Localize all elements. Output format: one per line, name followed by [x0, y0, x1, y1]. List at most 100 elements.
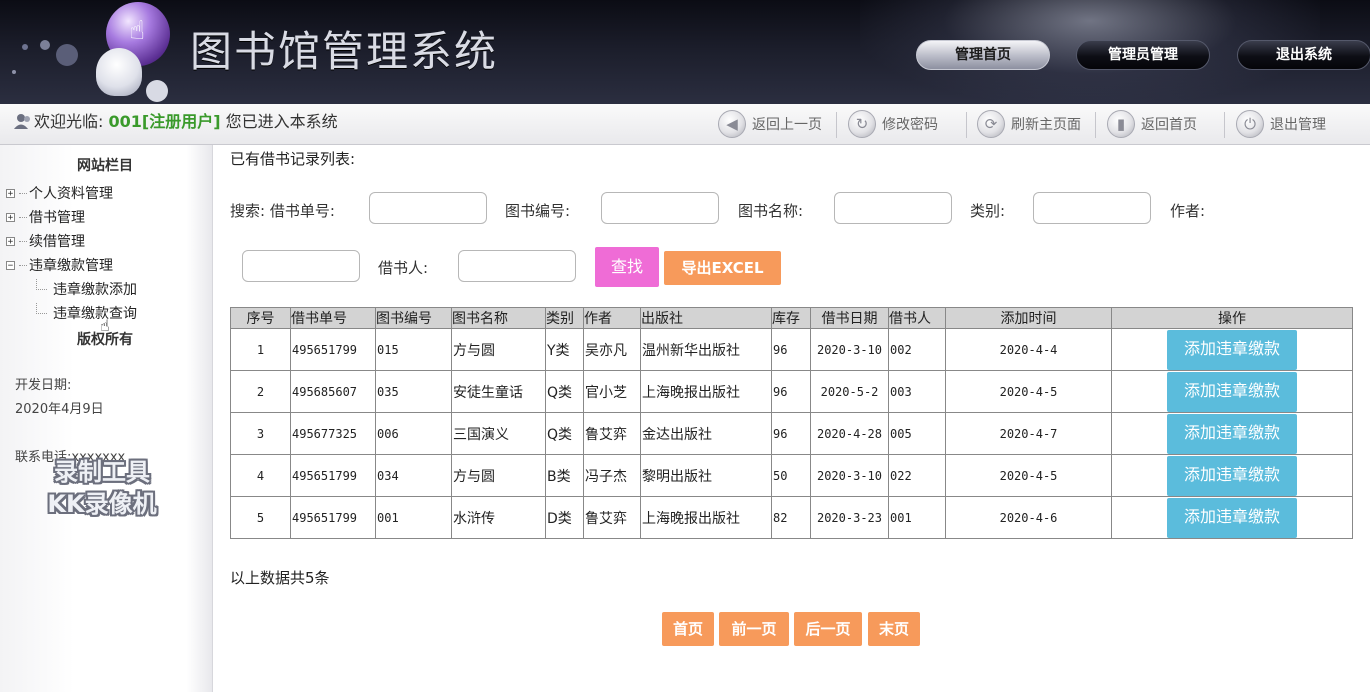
- search-button[interactable]: 查找: [595, 247, 659, 287]
- table-cell: 022: [888, 454, 946, 497]
- sidebar-item-label: 违章缴款管理: [29, 258, 113, 274]
- last-page-button[interactable]: 末页: [868, 612, 920, 646]
- table-cell: 上海晚报出版社: [640, 496, 772, 539]
- sidebar-item-label: 个人资料管理: [29, 186, 113, 202]
- book-name-input[interactable]: [834, 192, 952, 224]
- table-cell: 安徒生童话: [451, 370, 546, 413]
- next-page-button[interactable]: 后一页: [794, 612, 862, 646]
- prev-page-button[interactable]: 前一页: [719, 612, 789, 646]
- table-cell-action: 添加违章缴款: [1111, 496, 1353, 539]
- table-cell: 官小芝: [583, 370, 641, 413]
- table-cell: 温州新华出版社: [640, 328, 772, 371]
- table-cell: 金达出版社: [640, 412, 772, 455]
- refresh-label: 刷新主页面: [1011, 117, 1081, 133]
- book-no-input[interactable]: [601, 192, 719, 224]
- table-cell: 冯子杰: [583, 454, 641, 497]
- table-row: 3 495677325 006 三国演义 Q类 鲁艾弈 金达出版社 96 2020-4-28 00…: [230, 412, 1353, 455]
- home-button[interactable]: ▮ 返回首页: [1107, 109, 1197, 139]
- add-fine-button[interactable]: 添加违章缴款: [1167, 497, 1297, 538]
- borrow-no-input[interactable]: [369, 192, 487, 224]
- key-icon: ↻: [848, 110, 876, 138]
- table-cell: 96: [771, 370, 811, 413]
- table-cell: 2020-3-23: [810, 496, 889, 539]
- nav-logout[interactable]: 退出系统: [1237, 40, 1370, 70]
- column-header: 库存: [771, 307, 811, 329]
- column-header: 借书单号: [290, 307, 376, 329]
- sidebar-item-label: 借书管理: [29, 210, 85, 226]
- change-password-button[interactable]: ↻ 修改密码: [848, 109, 938, 139]
- table-cell: 495651799: [290, 328, 376, 371]
- back-button[interactable]: ◀ 返回上一页: [718, 109, 822, 139]
- sidebar-item-profile[interactable]: + 个人资料管理: [6, 183, 113, 203]
- dev-date: 2020年4月9日: [15, 402, 104, 417]
- table-cell-action: 添加违章缴款: [1111, 412, 1353, 455]
- borrow-records-table: 序号 借书单号 图书编号 图书名称 类别 作者 出版社 库存 借书日期 借书人 …: [230, 307, 1353, 539]
- table-cell: 2: [230, 370, 291, 413]
- table-cell: 50: [771, 454, 811, 497]
- sidebar-item-borrow[interactable]: + 借书管理: [6, 207, 85, 227]
- table-row: 2 495685607 035 安徒生童话 Q类 官小芝 上海晚报出版社 96 2020-5-2…: [230, 370, 1353, 413]
- welcome-prefix: 欢迎光临:: [34, 112, 104, 131]
- table-cell: Y类: [545, 328, 584, 371]
- sidebar-subitem-fine-query[interactable]: 违章缴款查询: [36, 302, 137, 323]
- author-input[interactable]: [242, 250, 360, 282]
- category-input[interactable]: [1033, 192, 1151, 224]
- sidebar-item-label: 续借管理: [29, 234, 85, 250]
- hand-cursor-icon: ☝: [100, 316, 110, 335]
- table-cell: 035: [375, 370, 452, 413]
- recorder-watermark: 录制工具 KK录像机: [47, 458, 157, 518]
- table-cell: 方与圆: [451, 454, 546, 497]
- list-title: 已有借书记录列表:: [230, 150, 356, 168]
- add-fine-button[interactable]: 添加违章缴款: [1167, 329, 1297, 370]
- table-cell: 495677325: [290, 412, 376, 455]
- app-header: ☝ 图书馆管理系统 管理首页 管理员管理 退出系统: [0, 0, 1370, 104]
- nav-admin-home[interactable]: 管理首页: [916, 40, 1050, 70]
- column-header: 借书日期: [810, 307, 889, 329]
- first-page-button[interactable]: 首页: [662, 612, 714, 646]
- table-cell: 上海晚报出版社: [640, 370, 772, 413]
- export-excel-button[interactable]: 导出EXCEL: [664, 251, 781, 285]
- column-header: 添加时间: [945, 307, 1112, 329]
- column-header: 作者: [583, 307, 641, 329]
- borrower-input[interactable]: [458, 250, 576, 282]
- main-content: 已有借书记录列表: 搜索: 借书单号: 图书编号: 图书名称: 类别: 作者: …: [214, 145, 1370, 692]
- add-fine-button[interactable]: 添加违章缴款: [1167, 455, 1297, 496]
- table-cell: 2020-4-5: [945, 370, 1112, 413]
- add-fine-button[interactable]: 添加违章缴款: [1167, 413, 1297, 454]
- table-cell: 3: [230, 412, 291, 455]
- table-cell: 015: [375, 328, 452, 371]
- logout-label: 退出管理: [1270, 117, 1326, 133]
- search-label: 搜索: 借书单号:: [230, 202, 335, 220]
- table-cell-action: 添加违章缴款: [1111, 328, 1353, 371]
- collapse-icon[interactable]: −: [6, 260, 15, 270]
- table-cell: 495685607: [290, 370, 376, 413]
- logo-icon: ☝: [88, 2, 188, 98]
- table-cell: 001: [375, 496, 452, 539]
- table-cell: 82: [771, 496, 811, 539]
- column-header: 操作: [1111, 307, 1353, 329]
- table-cell: 4: [230, 454, 291, 497]
- column-header: 图书名称: [451, 307, 546, 329]
- toolbar: 欢迎光临: 001[注册用户] 您已进入本系统 ◀ 返回上一页 ↻ 修改密码 ⟳…: [0, 104, 1370, 145]
- sidebar-item-fines[interactable]: − 违章缴款管理: [6, 255, 113, 275]
- sidebar-title: 网站栏目: [77, 158, 133, 174]
- nav-admin-manage[interactable]: 管理员管理: [1076, 40, 1210, 70]
- expand-icon[interactable]: +: [6, 188, 15, 198]
- table-cell: Q类: [545, 412, 584, 455]
- change-password-label: 修改密码: [882, 117, 938, 133]
- expand-icon[interactable]: +: [6, 212, 15, 222]
- sidebar-subitem-fine-add[interactable]: 违章缴款添加: [36, 278, 137, 299]
- table-cell: 001: [888, 496, 946, 539]
- column-header: 出版社: [640, 307, 772, 329]
- column-header: 借书人: [888, 307, 946, 329]
- table-cell: 2020-4-7: [945, 412, 1112, 455]
- logout-button[interactable]: ⏻ 退出管理: [1236, 109, 1326, 139]
- book-name-label: 图书名称:: [738, 202, 804, 220]
- table-cell: 三国演义: [451, 412, 546, 455]
- sidebar-item-renew[interactable]: + 续借管理: [6, 231, 85, 251]
- table-cell-action: 添加违章缴款: [1111, 370, 1353, 413]
- add-fine-button[interactable]: 添加违章缴款: [1167, 371, 1297, 412]
- refresh-button[interactable]: ⟳ 刷新主页面: [977, 109, 1081, 139]
- book-no-label: 图书编号:: [505, 202, 571, 220]
- expand-icon[interactable]: +: [6, 236, 15, 246]
